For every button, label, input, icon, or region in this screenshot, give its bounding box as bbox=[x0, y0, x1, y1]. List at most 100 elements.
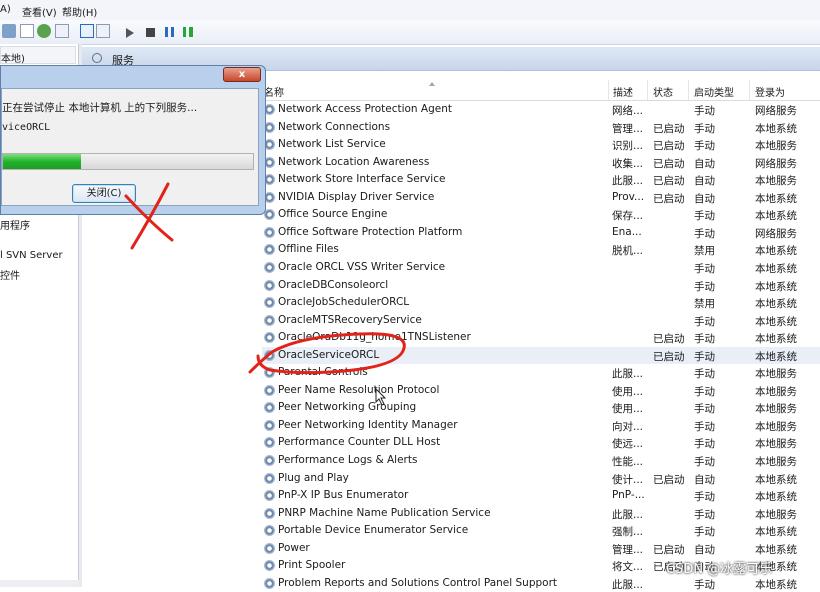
service-startup-type: 手动 bbox=[694, 508, 715, 521]
col-name[interactable]: 名称 bbox=[264, 84, 284, 99]
service-status: 已启动 bbox=[653, 175, 685, 188]
service-startup-type: 手动 bbox=[694, 491, 715, 504]
table-row[interactable]: Performance Counter DLL Host 使远... 手动 本地服务 bbox=[262, 434, 820, 452]
table-row[interactable]: Offline Files 脱机... 禁用 本地系统 bbox=[262, 241, 820, 259]
service-description: 脱机... bbox=[612, 245, 644, 258]
service-logon: 本地系统 bbox=[755, 315, 797, 328]
service-startup-type: 手动 bbox=[694, 420, 715, 433]
close-icon: x bbox=[238, 69, 246, 80]
service-startup-type: 手动 bbox=[694, 350, 715, 363]
service-startup-type: 手动 bbox=[694, 456, 715, 468]
export-icon[interactable] bbox=[55, 24, 69, 38]
col-description[interactable]: 描述 bbox=[613, 84, 633, 99]
service-status: 已启动 bbox=[653, 192, 685, 205]
dialog-close-action-button[interactable]: 关闭(C) bbox=[72, 184, 136, 203]
table-row[interactable]: Oracle ORCL VSS Writer Service 手动 本地系统 bbox=[262, 259, 820, 277]
service-logon: 本地系统 bbox=[755, 262, 797, 275]
table-row[interactable]: Network Connections 管理... 已启动 手动 本地系统 bbox=[262, 119, 820, 137]
table-row[interactable]: Network List Service 识别... 已启动 手动 本地服务 bbox=[262, 136, 820, 154]
service-status: 已启动 bbox=[653, 157, 685, 170]
table-row[interactable]: OracleJobSchedulerORCL 禁用 本地系统 bbox=[262, 294, 820, 312]
col-status[interactable]: 状态 bbox=[653, 84, 673, 99]
restart-icon[interactable] bbox=[183, 27, 193, 37]
table-row[interactable]: OracleMTSRecoveryService 手动 本地系统 bbox=[262, 312, 820, 330]
stop-icon[interactable] bbox=[146, 28, 155, 37]
table-row[interactable]: Network Store Interface Service 此服... 已启动自… bbox=[262, 171, 820, 189]
service-name: Performance Logs & Alerts bbox=[278, 454, 418, 466]
properties-icon[interactable] bbox=[80, 24, 94, 38]
table-row[interactable]: Peer Networking Grouping 使用... 手动 本地服务 bbox=[262, 399, 820, 417]
help-icon[interactable] bbox=[96, 24, 110, 38]
service-description: Ena... bbox=[612, 225, 642, 238]
service-status: 已启动 bbox=[653, 543, 685, 556]
dialog-message: 正在尝试停止 本地计算机 上的下列服务... bbox=[2, 102, 198, 114]
service-name: Peer Networking Identity Manager bbox=[278, 418, 458, 431]
service-startup-type: 手动 bbox=[694, 368, 715, 381]
tree-item-label: 本地) bbox=[1, 54, 25, 65]
service-logon: 本地服务 bbox=[755, 456, 797, 468]
tree-item-controls[interactable]: 控件 bbox=[0, 267, 20, 282]
service-description: 性能... bbox=[612, 456, 644, 468]
tree-item-local[interactable]: 本地) bbox=[0, 46, 76, 65]
table-row[interactable]: Plug and Play 使计... 已启动 自动 本地系统 bbox=[262, 470, 820, 488]
table-row[interactable]: Network Location Awareness 收集... 已启动 自动 网络服务 bbox=[262, 154, 820, 172]
tree-item-apps[interactable]: 用程序 bbox=[0, 217, 30, 232]
show-hide-tree-icon[interactable] bbox=[20, 24, 34, 38]
service-logon: 本地服务 bbox=[755, 385, 797, 398]
service-logon: 本地系统 bbox=[755, 192, 797, 205]
service-name: Performance Counter DLL Host bbox=[278, 436, 441, 449]
service-gear-icon bbox=[264, 384, 275, 396]
service-description: 收集... bbox=[612, 157, 644, 170]
play-icon[interactable] bbox=[126, 28, 134, 38]
service-gear-icon bbox=[264, 577, 275, 589]
table-row[interactable]: Office Software Protection Platform Ena..… bbox=[262, 224, 820, 242]
table-row[interactable]: PNRP Machine Name Publication Service 此服.… bbox=[262, 505, 820, 523]
table-row[interactable]: OracleOraDb11g_home1TNSListener 已启动 手动 本地系统 bbox=[262, 329, 820, 347]
table-row[interactable]: NVIDIA Display Driver Service Prov... 已启动自… bbox=[262, 189, 820, 207]
pause-icon[interactable] bbox=[165, 27, 174, 37]
service-description: 网络... bbox=[612, 105, 644, 117]
service-description: 使用... bbox=[612, 385, 644, 398]
table-row[interactable]: PnP-X IP Bus Enumerator PnP-... 手动 本地系统 bbox=[262, 487, 820, 505]
service-name: Power bbox=[278, 541, 310, 554]
table-row[interactable]: Power 管理... 已启动 自动 本地系统 bbox=[262, 540, 820, 558]
table-row[interactable]: Performance Logs & Alerts 性能... 手动 本地服务 bbox=[262, 452, 820, 470]
left-scrollbar[interactable] bbox=[0, 580, 82, 587]
service-name: Network Store Interface Service bbox=[278, 173, 446, 186]
col-startup-type[interactable]: 启动类型 bbox=[694, 84, 734, 99]
dialog-close-button[interactable]: x bbox=[223, 67, 261, 82]
service-description: 此服... bbox=[612, 508, 644, 521]
refresh-icon[interactable] bbox=[37, 24, 51, 38]
service-name: PnP-X IP Bus Enumerator bbox=[278, 489, 409, 502]
table-row[interactable]: OracleServiceORCL 已启动 手动 本地系统 bbox=[262, 346, 820, 365]
progress-bar bbox=[2, 153, 254, 170]
col-logon-as[interactable]: 登录为 bbox=[755, 84, 785, 99]
service-gear-icon bbox=[264, 455, 275, 466]
tree-item-svn[interactable]: l SVN Server bbox=[0, 250, 63, 261]
service-logon: 本地系统 bbox=[755, 473, 797, 486]
service-description: 管理... bbox=[612, 543, 644, 556]
menu-view[interactable]: 查看(V) bbox=[22, 4, 57, 19]
back-arrow-icon[interactable] bbox=[2, 24, 16, 38]
menu-action[interactable]: A) bbox=[0, 4, 11, 15]
table-row[interactable]: Office Source Engine 保存... 手动 本地系统 bbox=[262, 206, 820, 224]
service-name: Portable Device Enumerator Service bbox=[278, 524, 469, 537]
table-row[interactable]: Portable Device Enumerator Service 强制... 手… bbox=[262, 522, 820, 540]
service-gear-icon bbox=[264, 349, 275, 361]
table-row[interactable]: Parental Controls 此服... 手动 本地服务 bbox=[262, 364, 820, 382]
service-startup-type: 自动 bbox=[694, 473, 715, 486]
table-row[interactable]: Peer Networking Identity Manager 向对... 手动 本… bbox=[262, 417, 820, 435]
service-logon: 本地系统 bbox=[755, 491, 797, 504]
menu-help[interactable]: 帮助(H) bbox=[62, 4, 97, 19]
table-row[interactable]: Network Access Protection Agent 网络... 手动 网络… bbox=[262, 101, 820, 119]
service-description: 此服... bbox=[612, 578, 644, 591]
service-name: Office Software Protection Platform bbox=[278, 225, 463, 238]
table-row[interactable]: Peer Name Resolution Protocol 使用... 手动 本地服务 bbox=[262, 382, 820, 400]
service-startup-type: 自动 bbox=[694, 175, 715, 188]
service-logon: 网络服务 bbox=[755, 157, 797, 170]
table-row[interactable]: Problem Reports and Solutions Control Pa… bbox=[262, 575, 820, 592]
table-row[interactable]: OracleDBConsoleorcl 手动 本地系统 bbox=[262, 277, 820, 295]
watermark: CSDN @冰露可乐 bbox=[666, 562, 773, 577]
service-startup-type: 自动 bbox=[694, 192, 715, 205]
service-startup-type: 手动 bbox=[694, 385, 715, 398]
